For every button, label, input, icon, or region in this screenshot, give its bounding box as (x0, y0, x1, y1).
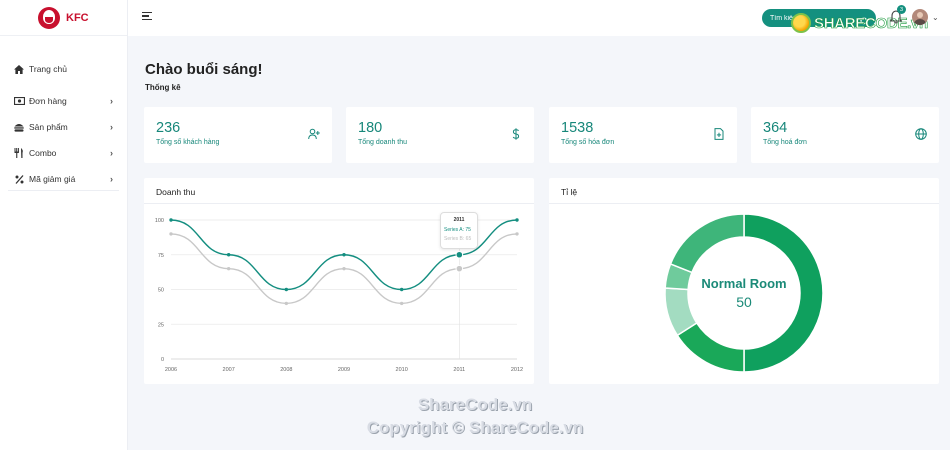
data-point[interactable] (455, 264, 464, 273)
sidebar-item-home[interactable]: Trang chủ (0, 54, 127, 84)
percent-icon (13, 174, 25, 184)
globe-icon (915, 127, 927, 140)
data-point[interactable] (226, 253, 231, 257)
donut-center-label: Normal Room (701, 276, 787, 291)
sidebar-item-orders[interactable]: Đơn hàng › (0, 88, 127, 114)
dollar-icon (510, 127, 522, 140)
y-tick-label: 75 (158, 253, 164, 259)
y-tick-label: 50 (158, 288, 164, 294)
tooltip-series-b: Series B: 65 (444, 236, 472, 242)
topbar: SHARECODE.vn 3 ⌄ (128, 0, 950, 36)
stat-value: 364 (763, 120, 788, 136)
tooltip-series-a: Series A: 75 (444, 227, 471, 233)
stat-card-revenue: 180 Tổng doanh thu (346, 107, 534, 163)
data-point[interactable] (169, 232, 173, 236)
data-point[interactable] (342, 266, 346, 271)
chevron-right-icon: › (110, 96, 113, 106)
revenue-card: Doanh thu 0 25 50 75 100 2006 2007 2008 2009 2010… (144, 178, 534, 384)
stat-label: Tổng số hóa đơn (561, 139, 615, 146)
sidebar-nav: Trang chủ Đơn hàng › Sản phẩm › Combo › (0, 36, 127, 192)
ratio-card: Tỉ lệ Normal Room 50 (549, 178, 939, 384)
chevron-down-icon[interactable]: ⌄ (932, 13, 939, 22)
chart-tooltip: 2011 Series A: 75 Series B: 65 (440, 212, 478, 249)
data-point[interactable] (342, 253, 346, 257)
y-tick-label: 0 (161, 357, 164, 363)
page-title: Chào buổi sáng! (145, 61, 263, 78)
donut-center: Normal Room 50 (674, 276, 814, 310)
footer-watermark: ShareCode.vn (417, 395, 533, 414)
footer-copyright-watermark: Copyright © ShareCode.vn (366, 418, 584, 437)
data-point[interactable] (226, 266, 231, 271)
page-subtitle: Thống kê (145, 83, 181, 92)
stat-card-total-invoices: 364 Tổng hoá đơn (751, 107, 939, 163)
y-tick-label: 25 (158, 322, 164, 328)
home-icon (13, 64, 25, 74)
stat-label: Tổng hoá đơn (763, 139, 807, 146)
x-tick-label: 2011 (453, 367, 465, 373)
y-tick-label: 100 (155, 218, 164, 224)
sidebar-item-products[interactable]: Sản phẩm › (0, 114, 127, 140)
watermark-text: SHARECODE.vn (814, 14, 929, 32)
data-point[interactable] (455, 250, 464, 259)
brand-name: KFC (66, 11, 89, 24)
sidebar-item-combo[interactable]: Combo › (0, 140, 127, 166)
stat-card-customers: 236 Tổng số khách hàng (144, 107, 332, 163)
sidebar: KFC Trang chủ Đơn hàng › Sản phẩm › Comb… (0, 0, 128, 450)
user-plus-icon (308, 127, 320, 140)
sidebar-item-label: Combo (29, 148, 57, 158)
avatar[interactable] (912, 9, 928, 25)
stat-label: Tổng số khách hàng (156, 139, 220, 146)
donut-center-value: 50 (736, 294, 752, 310)
sidebar-item-label: Trang chủ (29, 64, 67, 74)
stat-value: 180 (358, 120, 383, 136)
kfc-logo-icon (38, 6, 60, 29)
sharecode-watermark: SHARECODE.vn (791, 13, 929, 33)
data-point[interactable] (515, 218, 519, 222)
x-tick-label: 2012 (511, 367, 523, 373)
x-tick-label: 2007 (223, 367, 235, 373)
sidebar-divider (8, 190, 119, 191)
hamburger-food-icon (13, 122, 25, 132)
chevron-right-icon: › (110, 148, 113, 158)
stat-value: 236 (156, 120, 181, 136)
data-point[interactable] (515, 232, 519, 236)
donut-slice[interactable] (669, 213, 745, 274)
x-tick-label: 2009 (338, 367, 350, 373)
sidebar-item-label: Mã giảm giá (29, 174, 76, 184)
money-icon (13, 96, 25, 106)
stat-card-invoices: 1538 Tổng số hóa đơn (549, 107, 737, 163)
notification-badge: 3 (897, 5, 906, 14)
x-tick-label: 2010 (396, 367, 408, 373)
data-point[interactable] (284, 287, 289, 292)
data-point[interactable] (169, 218, 173, 222)
sidebar-item-label: Sản phẩm (29, 122, 68, 132)
donut-slice[interactable] (676, 321, 745, 373)
chevron-right-icon: › (110, 174, 113, 184)
x-tick-label: 2006 (165, 367, 177, 373)
x-tick-label: 2008 (280, 367, 292, 373)
stat-label: Tổng doanh thu (358, 139, 408, 146)
tooltip-title: 2011 (453, 217, 465, 223)
notification-bell-icon[interactable]: 3 (889, 5, 906, 26)
brand[interactable]: KFC (0, 0, 127, 36)
data-point[interactable] (399, 301, 404, 306)
sidebar-item-discounts[interactable]: Mã giảm giá › (0, 166, 127, 192)
main-content: Chào buổi sáng! Thống kê 236 Tổng số khá… (144, 36, 939, 450)
card-title: Doanh thu (144, 178, 534, 204)
chevron-right-icon: › (110, 122, 113, 132)
stat-value: 1538 (561, 120, 594, 136)
card-title: Tỉ lệ (549, 178, 939, 204)
data-point[interactable] (399, 287, 404, 292)
data-point[interactable] (284, 301, 289, 306)
file-plus-icon (713, 127, 725, 140)
sidebar-item-label: Đơn hàng (29, 96, 67, 106)
sharecode-globe-icon (791, 13, 811, 33)
menu-toggle-icon[interactable] (142, 12, 152, 22)
utensils-icon (13, 148, 25, 158)
